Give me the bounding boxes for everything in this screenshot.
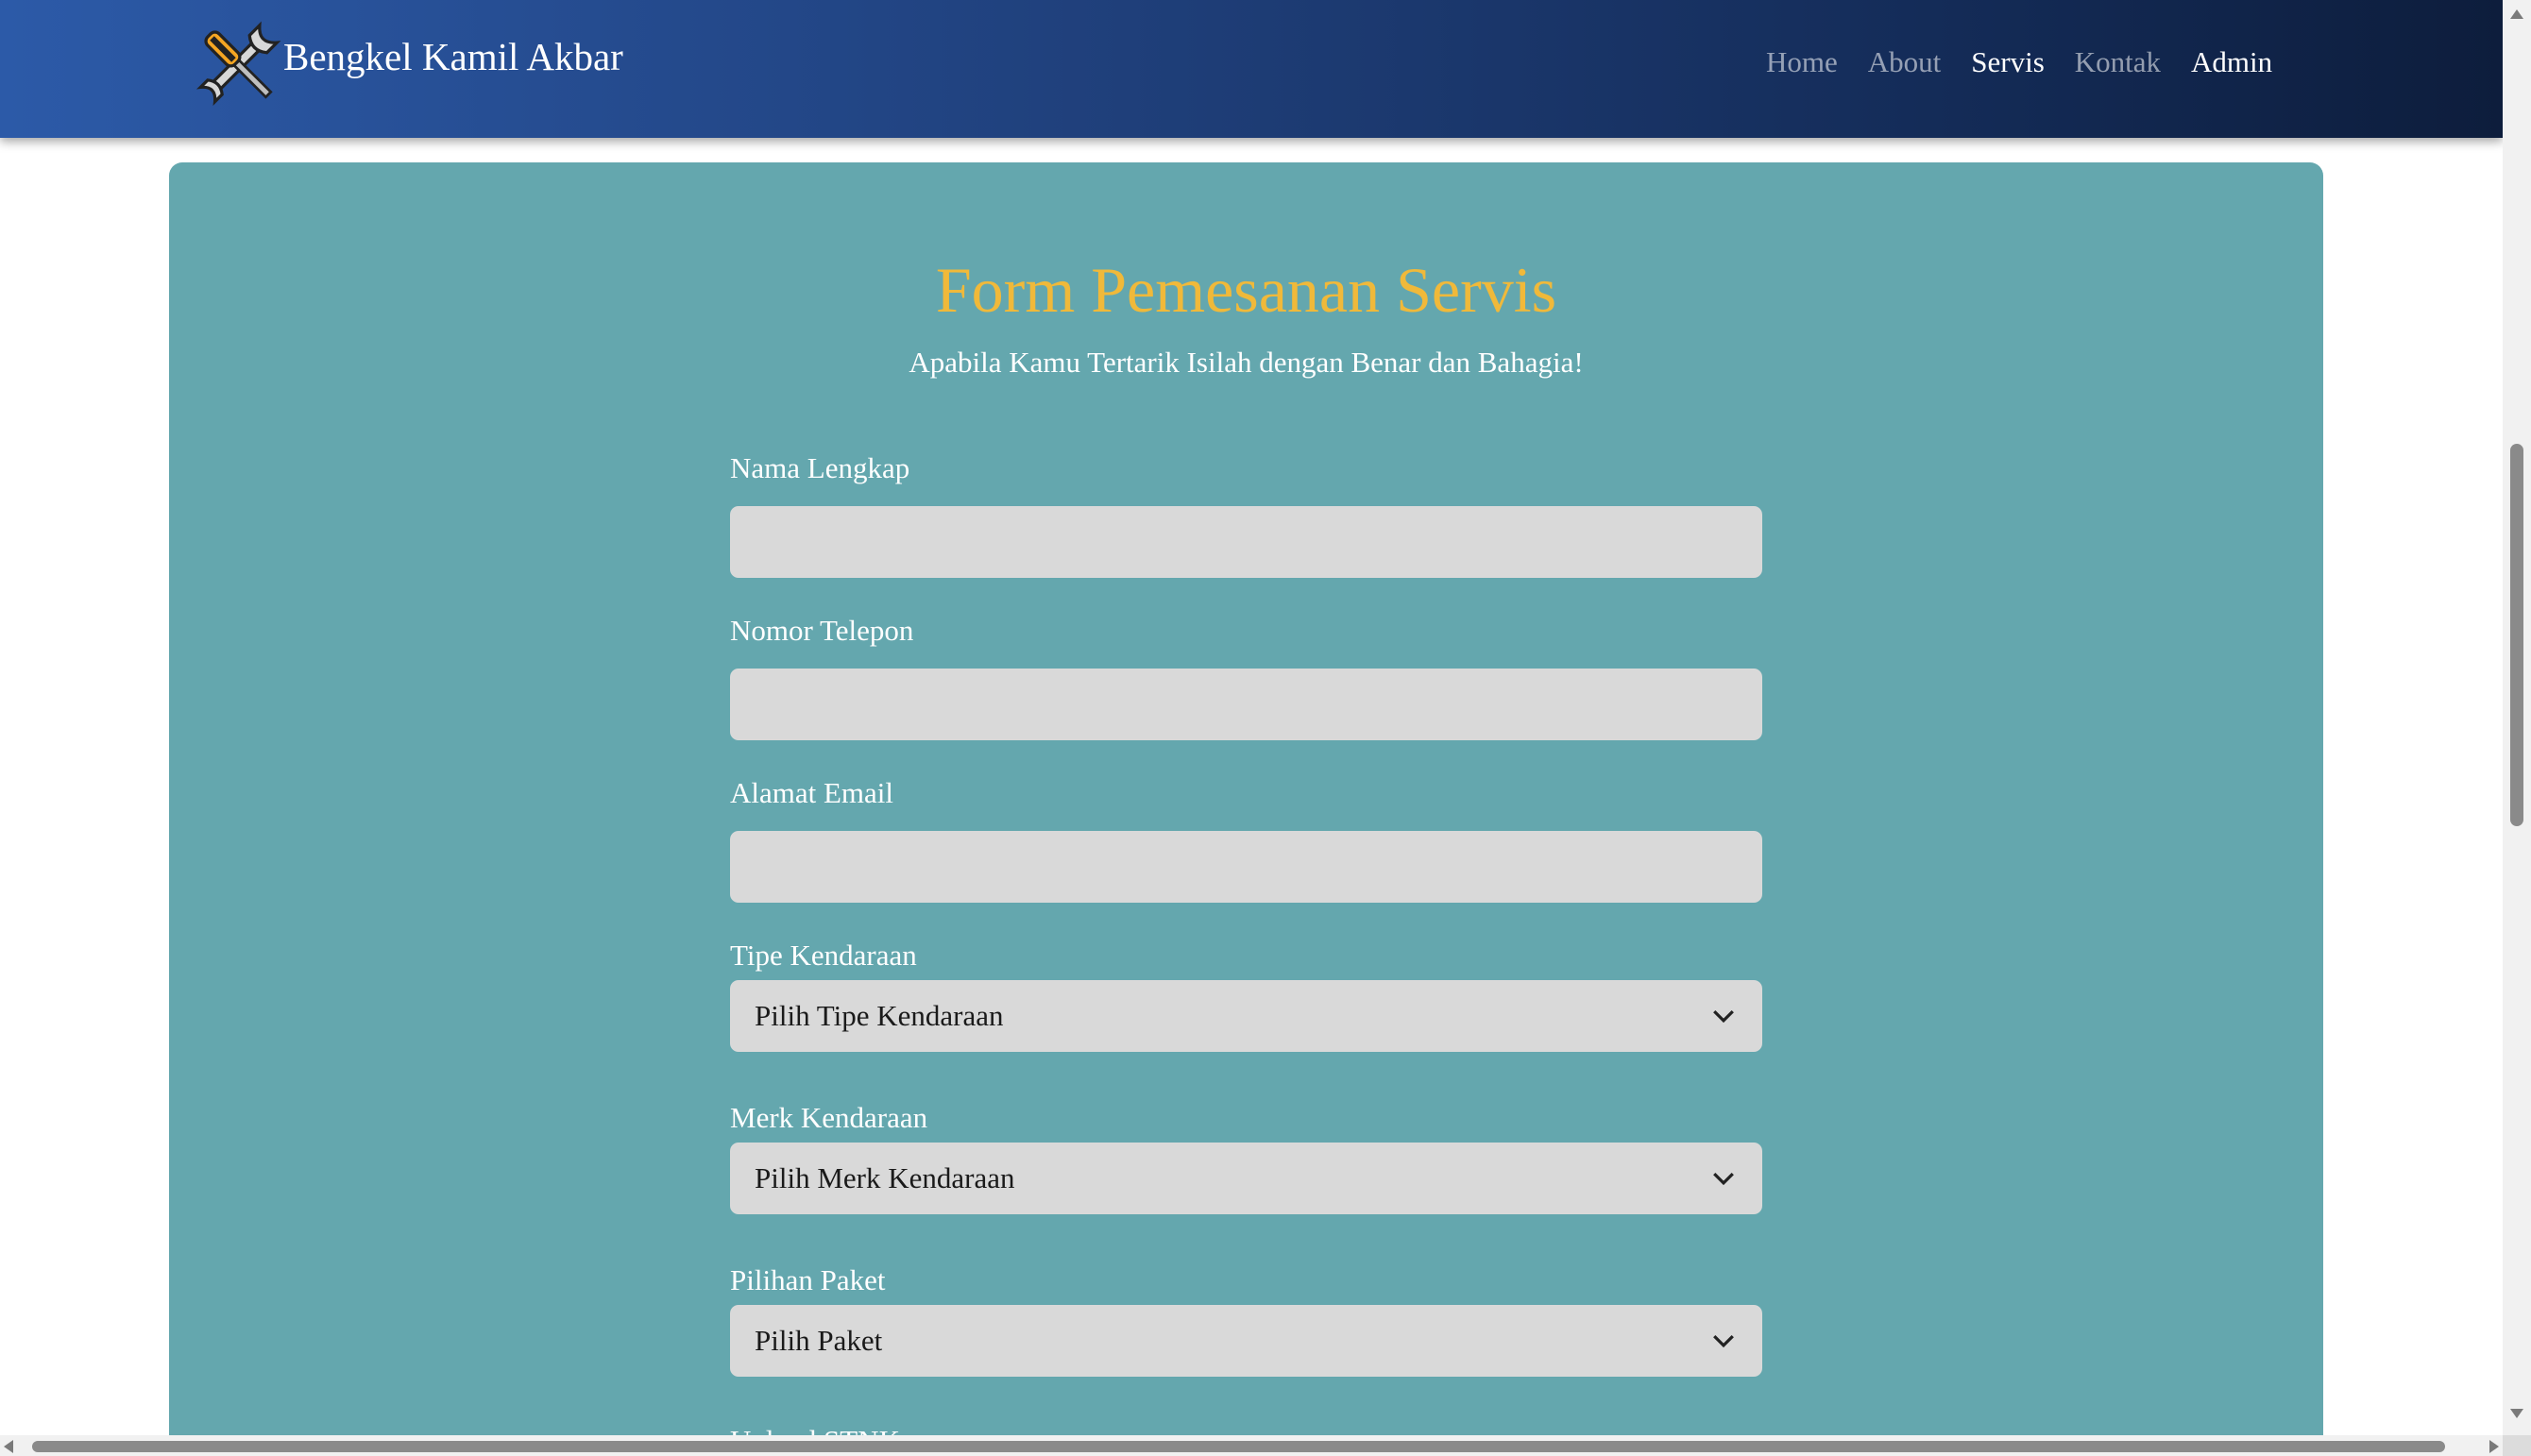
merk-selected: Pilih Merk Kendaraan bbox=[755, 1161, 1015, 1194]
chevron-down-icon bbox=[1713, 1334, 1734, 1348]
vertical-scroll-thumb[interactable] bbox=[2510, 444, 2523, 826]
horizontal-scrollbar[interactable] bbox=[0, 1435, 2503, 1456]
vertical-scrollbar[interactable] bbox=[2503, 0, 2531, 1456]
tipe-label: Tipe Kendaraan bbox=[730, 939, 917, 972]
tipe-selected: Pilih Tipe Kendaraan bbox=[755, 999, 1004, 1032]
horizontal-scroll-thumb[interactable] bbox=[32, 1441, 2445, 1452]
nav-links: Home About Servis Kontak Admin bbox=[1766, 45, 2302, 79]
chevron-down-icon bbox=[1713, 1172, 1734, 1186]
merk-label: Merk Kendaraan bbox=[730, 1101, 928, 1134]
navbar: Bengkel Kamil Akbar Home About Servis Ko… bbox=[0, 0, 2503, 138]
service-form-card: Form Pemesanan Servis Apabila Kamu Terta… bbox=[169, 162, 2323, 1456]
paket-selected: Pilih Paket bbox=[755, 1324, 883, 1357]
nav-servis[interactable]: Servis bbox=[1971, 45, 2045, 79]
nav-home[interactable]: Home bbox=[1766, 45, 1838, 79]
paket-label: Pilihan Paket bbox=[730, 1263, 886, 1296]
scroll-up-icon[interactable] bbox=[2510, 9, 2523, 19]
nav-about[interactable]: About bbox=[1868, 45, 1942, 79]
email-label: Alamat Email bbox=[730, 776, 894, 809]
page: Bengkel Kamil Akbar Home About Servis Ko… bbox=[0, 0, 2531, 1456]
merk-select[interactable]: Pilih Merk Kendaraan bbox=[730, 1143, 1762, 1214]
form-subtitle: Apabila Kamu Tertarik Isilah dengan Bena… bbox=[909, 346, 1584, 379]
scroll-right-icon[interactable] bbox=[2489, 1440, 2499, 1453]
chevron-down-icon bbox=[1713, 1009, 1734, 1024]
wrench-screwdriver-icon bbox=[195, 21, 281, 107]
nav-admin[interactable]: Admin bbox=[2191, 45, 2272, 79]
scroll-left-icon[interactable] bbox=[4, 1440, 13, 1453]
scroll-down-icon[interactable] bbox=[2510, 1409, 2523, 1418]
nama-input[interactable] bbox=[730, 506, 1762, 578]
nav-kontak[interactable]: Kontak bbox=[2075, 45, 2161, 79]
brand-name: Bengkel Kamil Akbar bbox=[283, 35, 623, 78]
email-input[interactable] bbox=[730, 831, 1762, 903]
tipe-select[interactable]: Pilih Tipe Kendaraan bbox=[730, 980, 1762, 1052]
brand-link[interactable]: Bengkel Kamil Akbar bbox=[187, 13, 623, 115]
scrollbar-corner bbox=[2503, 1435, 2531, 1456]
paket-select[interactable]: Pilih Paket bbox=[730, 1305, 1762, 1377]
telepon-label: Nomor Telepon bbox=[730, 614, 914, 647]
nama-label: Nama Lengkap bbox=[730, 451, 910, 484]
telepon-input[interactable] bbox=[730, 669, 1762, 740]
form-title: Form Pemesanan Servis bbox=[935, 254, 1557, 326]
